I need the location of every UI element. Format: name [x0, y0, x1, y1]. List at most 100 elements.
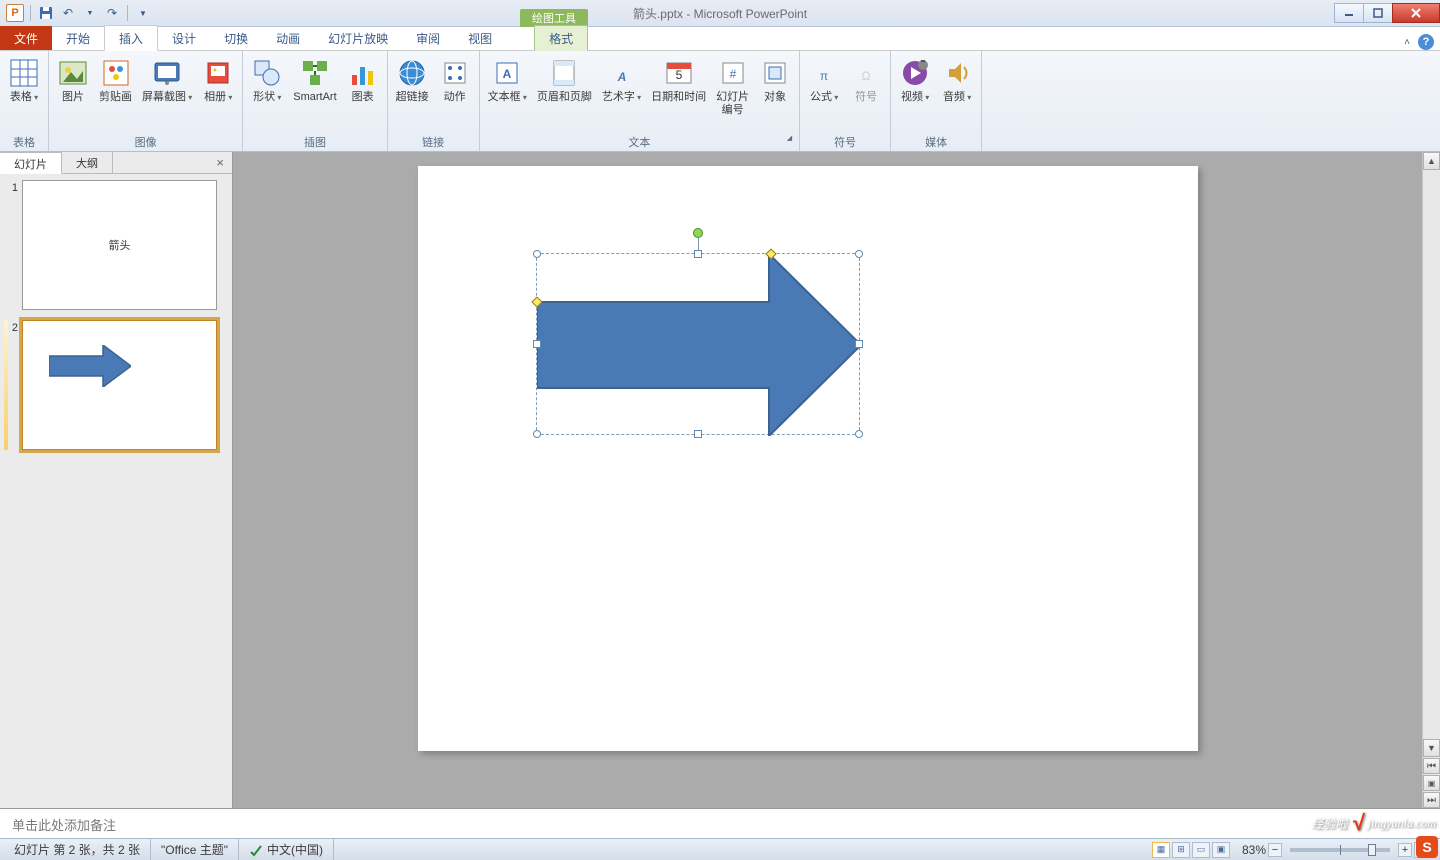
svg-text:π: π: [820, 69, 828, 83]
help-icon[interactable]: ?: [1418, 34, 1434, 50]
minimize-ribbon-icon[interactable]: ˄: [1404, 37, 1410, 48]
zoom-thumb[interactable]: [1368, 844, 1376, 856]
ime-icon[interactable]: S: [1416, 836, 1438, 858]
ribbon-headerfooter-button[interactable]: 页眉和页脚: [533, 55, 596, 106]
app-icon[interactable]: P: [6, 4, 24, 22]
ribbon: 表格表格图片剪贴画屏幕截图相册图像形状SmartArt图表插图超链接动作链接A文…: [0, 51, 1440, 152]
smartart-icon: [299, 57, 331, 89]
ribbon-smartart-button[interactable]: SmartArt: [289, 55, 340, 106]
vertical-scrollbar[interactable]: ▲ ▼ ⏮ ▣ ⏭: [1422, 152, 1440, 808]
qat-customize-icon[interactable]: ▼: [134, 4, 152, 22]
headerfooter-icon: [548, 57, 580, 89]
slide-editor[interactable]: ▲ ▼ ⏮ ▣ ⏭: [233, 152, 1440, 808]
zoom-in-button[interactable]: +: [1398, 843, 1412, 857]
tab-format[interactable]: 格式: [534, 25, 588, 51]
scroll-up-ic시n[interactable]: ▲: [1423, 152, 1440, 170]
status-slide-info: 幻灯片 第 2 张，共 2 张: [4, 839, 151, 860]
minimize-button[interactable]: [1334, 3, 1364, 23]
tab-design[interactable]: 设计: [158, 26, 210, 50]
resize-handle-b[interactable]: [694, 430, 702, 438]
slideshow-view-icon[interactable]: ▣: [1212, 842, 1230, 858]
ribbon-symbol-button: Ω符号: [846, 55, 886, 106]
ribbon-video-button[interactable]: 视频: [895, 55, 935, 106]
slide-thumbnail-2[interactable]: [22, 320, 217, 450]
ribbon-shapes-button[interactable]: 形状: [247, 55, 287, 106]
slidenum-icon: #: [717, 57, 749, 89]
resize-handle-tl[interactable]: [533, 250, 541, 258]
resize-handle-br[interactable]: [855, 430, 863, 438]
ribbon-group-文本: A文本框页眉和页脚A艺术字5日期和时间#幻灯片 编号对象文本: [480, 51, 801, 151]
ribbon-equation-button[interactable]: π公式: [804, 55, 844, 106]
tab-slideshow[interactable]: 幻灯片放映: [314, 26, 402, 50]
ribbon-wordart-button[interactable]: A艺术字: [598, 55, 645, 106]
resize-handle-l[interactable]: [533, 340, 541, 348]
ribbon-picture-button[interactable]: 图片: [53, 55, 93, 106]
zoom-out-button[interactable]: −: [1268, 843, 1282, 857]
ribbon-album-button[interactable]: 相册: [198, 55, 238, 106]
tab-transitions[interactable]: 切换: [210, 26, 262, 50]
ribbon-clipart-button[interactable]: 剪贴画: [95, 55, 136, 106]
reading-view-icon[interactable]: ▭: [1192, 842, 1210, 858]
panel-close-icon[interactable]: ×: [208, 152, 232, 173]
ribbon-object-button[interactable]: 对象: [755, 55, 795, 106]
panel-tab-slides[interactable]: 幻灯片: [0, 152, 62, 174]
arrow-shape[interactable]: [537, 254, 861, 436]
maximize-button[interactable]: [1363, 3, 1393, 23]
ribbon-textbox-button[interactable]: A文本框: [484, 55, 531, 106]
thumb-number: 1: [4, 180, 18, 310]
ribbon-group-表格: 表格表格: [0, 51, 49, 151]
tab-insert[interactable]: 插入: [104, 25, 158, 51]
resize-handle-t[interactable]: [694, 250, 702, 258]
status-bar: 幻灯片 第 2 张，共 2 张 "Office 主题" 中文(中国) ▦ ⊞ ▭…: [0, 838, 1440, 860]
tab-file[interactable]: 文件: [0, 26, 52, 50]
svg-text:Ω: Ω: [862, 69, 871, 83]
status-theme: "Office 主题": [151, 839, 239, 860]
svg-text:A: A: [503, 67, 512, 81]
save-icon[interactable]: [37, 4, 55, 22]
zoom-percent[interactable]: 83%: [1242, 843, 1266, 857]
ribbon-chart-button[interactable]: 图表: [343, 55, 383, 106]
next-slide-icon[interactable]: ⏭: [1423, 792, 1440, 808]
shape-selection-box[interactable]: [536, 253, 860, 435]
normal-view-icon[interactable]: ▦: [1152, 842, 1170, 858]
scroll-down-icon[interactable]: ▼: [1423, 739, 1440, 757]
resize-handle-bl[interactable]: [533, 430, 541, 438]
tab-review[interactable]: 审阅: [402, 26, 454, 50]
ribbon-group-符号: π公式Ω符号符号: [800, 51, 891, 151]
slides-panel: 幻灯片 大纲 × 1 箭头 2: [0, 152, 233, 808]
close-button[interactable]: [1392, 3, 1440, 23]
tab-home[interactable]: 开始: [52, 26, 104, 50]
group-label: 插图: [247, 132, 382, 151]
textbox-icon: A: [491, 57, 523, 89]
ribbon-slidenum-button[interactable]: #幻灯片 编号: [712, 55, 753, 119]
thumb-1-title: 箭头: [109, 237, 131, 253]
group-label: 媒体: [895, 132, 977, 151]
undo-icon[interactable]: ↶: [59, 4, 77, 22]
slide-thumbnail-1[interactable]: 箭头: [22, 180, 217, 310]
wordart-icon: A: [606, 57, 638, 89]
prev-slide-icon[interactable]: ⏮: [1423, 758, 1440, 774]
redo-icon[interactable]: ↷: [103, 4, 121, 22]
ribbon-hyperlink-button[interactable]: 超链接: [392, 55, 433, 106]
resize-handle-r[interactable]: [855, 340, 863, 348]
nav-find-icon[interactable]: ▣: [1423, 775, 1440, 791]
sorter-view-icon[interactable]: ⊞: [1172, 842, 1190, 858]
svg-text:#: #: [729, 67, 736, 81]
status-language[interactable]: 中文(中国): [239, 839, 334, 860]
contextual-tab-label: 绘图工具: [520, 0, 588, 27]
ribbon-table-button[interactable]: 表格: [4, 55, 44, 106]
tab-animations[interactable]: 动画: [262, 26, 314, 50]
rotation-handle[interactable]: [693, 228, 703, 238]
tab-view[interactable]: 视图: [454, 26, 506, 50]
notes-pane[interactable]: 单击此处添加备注: [0, 808, 1440, 838]
undo-dropdown-icon[interactable]: ▼: [81, 4, 99, 22]
ribbon-action-button[interactable]: 动作: [435, 55, 475, 106]
resize-handle-tr[interactable]: [855, 250, 863, 258]
ribbon-audio-button[interactable]: 音频: [937, 55, 977, 106]
ribbon-datetime-button[interactable]: 5日期和时间: [647, 55, 710, 106]
slide-canvas[interactable]: [418, 166, 1198, 751]
ribbon-screenshot-button[interactable]: 屏幕截图: [138, 55, 196, 106]
group-label[interactable]: 文本: [484, 132, 796, 151]
zoom-slider[interactable]: [1290, 848, 1390, 852]
panel-tab-outline[interactable]: 大纲: [62, 152, 113, 173]
